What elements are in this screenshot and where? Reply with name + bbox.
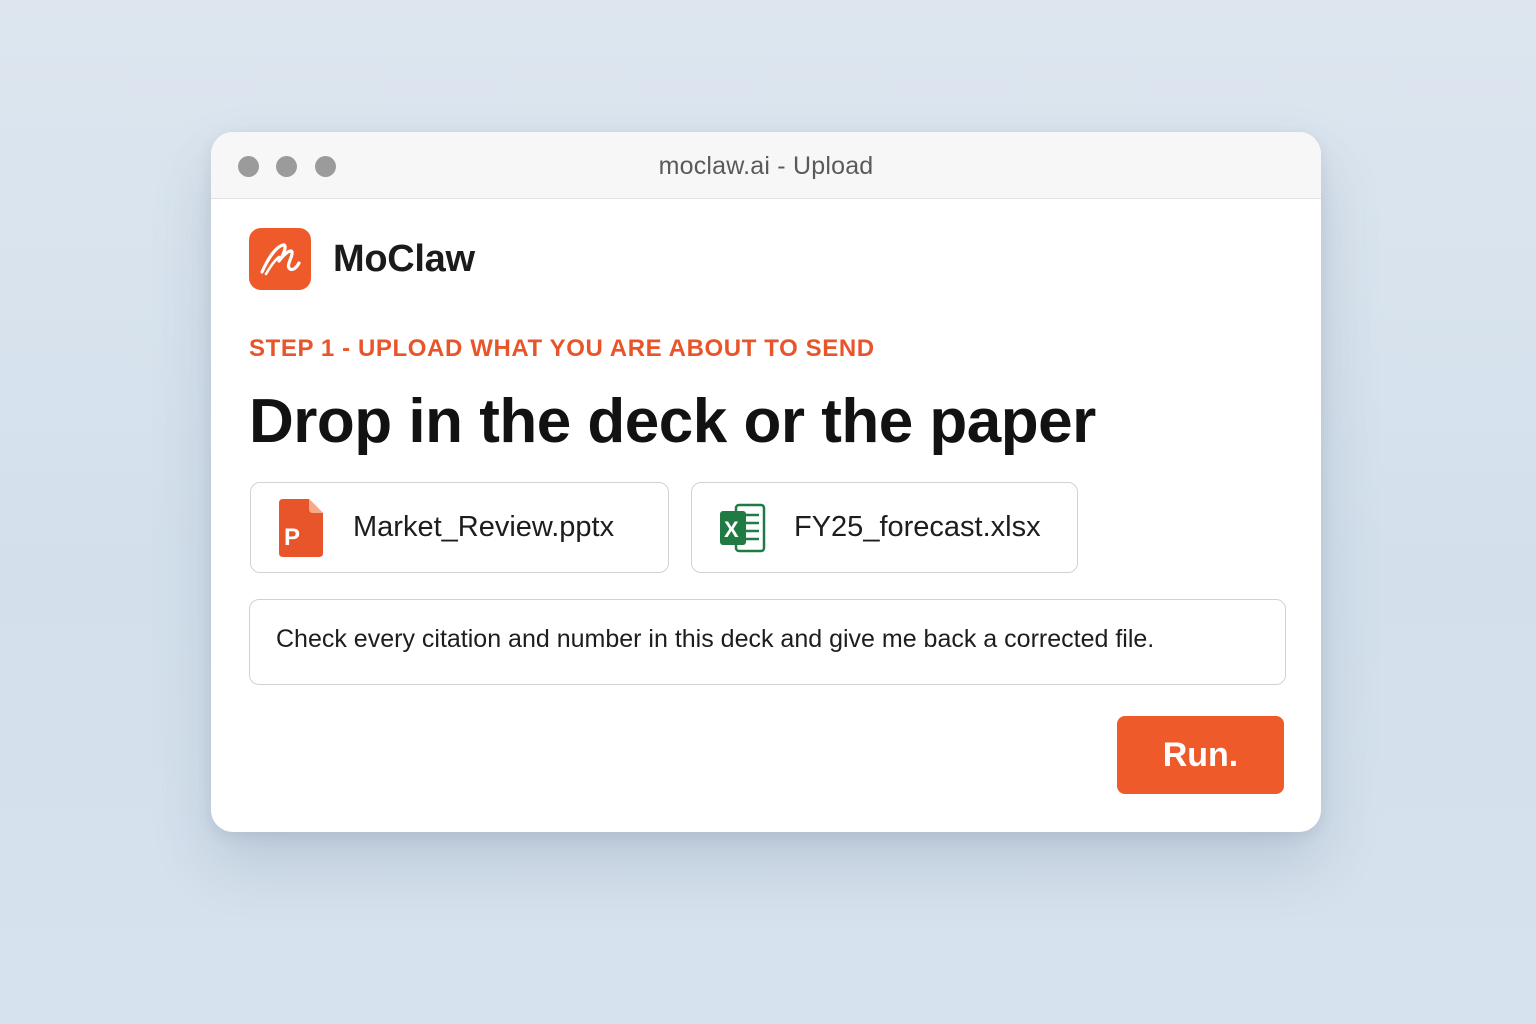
file-card-xlsx[interactable]: X FY25_forecast.xlsx — [691, 482, 1078, 573]
powerpoint-file-icon: P — [279, 498, 323, 557]
file-name: FY25_forecast.xlsx — [794, 511, 1041, 543]
upload-window: moclaw.ai - Upload MoClaw STEP 1 - UPLOA… — [211, 132, 1321, 832]
brand: MoClaw — [249, 228, 475, 290]
excel-file-icon: X — [720, 503, 766, 552]
svg-text:X: X — [724, 517, 739, 542]
step-label: STEP 1 - UPLOAD WHAT YOU ARE ABOUT TO SE… — [249, 335, 875, 362]
prompt-text: Check every citation and number in this … — [276, 624, 1155, 653]
window-titlebar: moclaw.ai - Upload — [211, 132, 1321, 199]
run-button[interactable]: Run. — [1117, 716, 1284, 794]
moclaw-logo-icon — [249, 228, 311, 290]
file-card-pptx[interactable]: P Market_Review.pptx — [250, 482, 669, 573]
prompt-input[interactable]: Check every citation and number in this … — [249, 599, 1286, 685]
svg-text:P: P — [284, 524, 300, 551]
window-title: moclaw.ai - Upload — [658, 152, 874, 180]
brand-name: MoClaw — [333, 237, 475, 280]
file-name: Market_Review.pptx — [353, 511, 615, 543]
page-headline: Drop in the deck or the paper — [249, 387, 1096, 456]
